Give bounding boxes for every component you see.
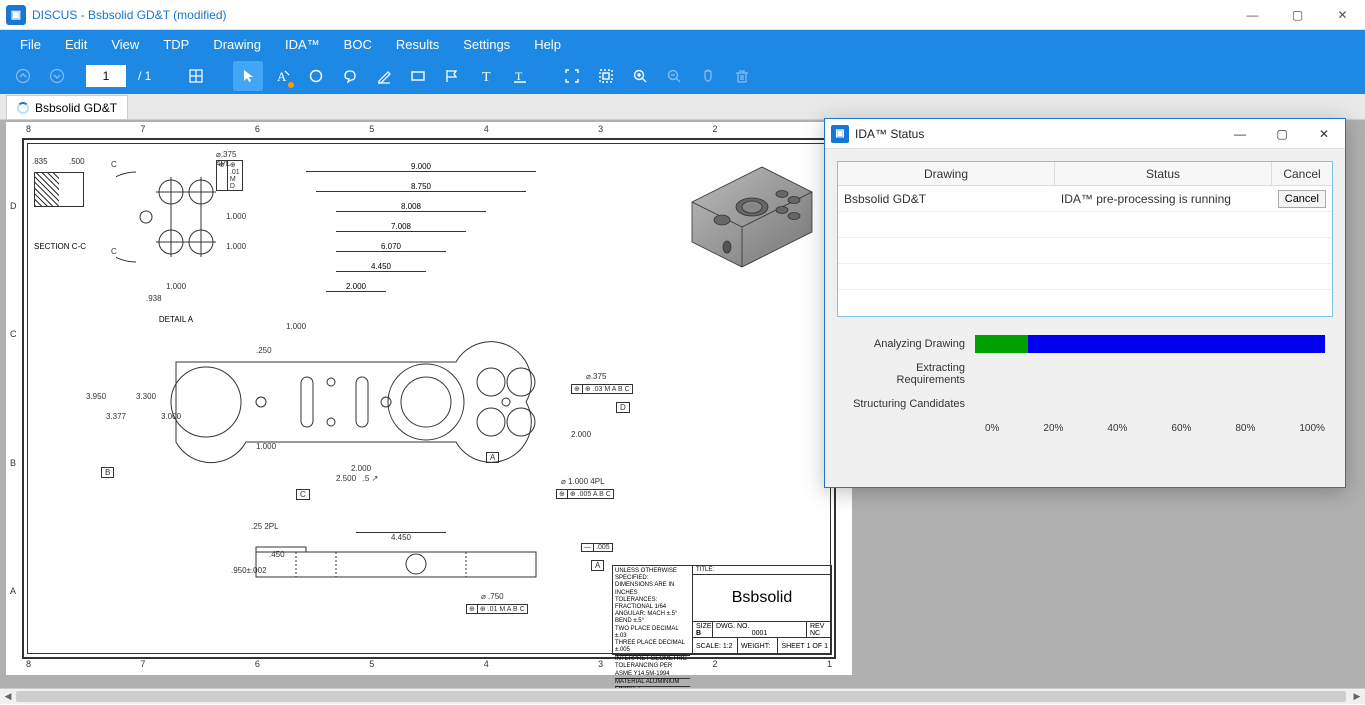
grid-row-empty: . xyxy=(838,290,1332,316)
nav-up-button[interactable] xyxy=(8,61,38,91)
window-maximize-button[interactable]: ▢ xyxy=(1275,0,1320,30)
grid-row: Bsbsolid GD&T IDA™ pre-processing is run… xyxy=(838,186,1332,212)
scrollbar-thumb[interactable] xyxy=(16,691,1346,702)
menu-view[interactable]: View xyxy=(99,30,151,58)
loading-spinner-icon xyxy=(17,102,29,114)
nav-down-button[interactable] xyxy=(42,61,72,91)
dialog-close-button[interactable]: ✕ xyxy=(1303,119,1345,149)
grid-cell-status: IDA™ pre-processing is running xyxy=(1055,192,1272,206)
grid-row-empty: . xyxy=(838,238,1332,264)
menubar: File Edit View TDP Drawing IDA™ BOC Resu… xyxy=(0,30,1365,58)
menu-ida[interactable]: IDA™ xyxy=(273,30,332,58)
progress-bar-analyzing xyxy=(975,335,1325,353)
top-dimension-stack: 9.000 8.750 8.008 7.008 6.070 4.450 2.00… xyxy=(306,162,546,302)
zoom-in-button[interactable] xyxy=(625,61,655,91)
pointer-tool-button[interactable] xyxy=(233,61,263,91)
app-titlebar: ▣ DISCUS - Bsbsolid GD&T (modified) — ▢ … xyxy=(0,0,1365,30)
grid-header-cancel[interactable]: Cancel xyxy=(1272,162,1332,185)
circle-tool-button[interactable] xyxy=(301,61,331,91)
dialog-maximize-button[interactable]: ▢ xyxy=(1261,119,1303,149)
detail-a-view: ⌀.375 4PL ⊕⊕ .01 M D C C 1.000 1.000 xyxy=(116,152,236,324)
progress-area: Analyzing Drawing Extracting Requirement… xyxy=(845,329,1325,434)
window-close-button[interactable]: ✕ xyxy=(1320,0,1365,30)
window-minimize-button[interactable]: — xyxy=(1230,0,1275,30)
dialog-title: IDA™ Status xyxy=(855,127,1219,141)
zoom-out-button[interactable] xyxy=(659,61,689,91)
window-controls: — ▢ ✕ xyxy=(1230,0,1365,30)
grid-row-empty: . xyxy=(838,212,1332,238)
ruler-top: 87654321 xyxy=(26,124,832,138)
pan-tool-button[interactable] xyxy=(693,61,723,91)
annotation-indicator-icon xyxy=(288,82,294,88)
page-number-input[interactable] xyxy=(86,65,126,87)
zoom-fit-button[interactable] xyxy=(557,61,587,91)
menu-boc[interactable]: BOC xyxy=(332,30,384,58)
progress-bar-extracting xyxy=(975,365,1325,383)
document-tabstrip: Bsbsolid GD&T xyxy=(0,94,1365,120)
dialog-minimize-button[interactable]: — xyxy=(1219,119,1261,149)
grid-tool-button[interactable] xyxy=(181,61,211,91)
grid-row-empty: . xyxy=(838,264,1332,290)
menu-tdp[interactable]: TDP xyxy=(151,30,201,58)
svg-text:T: T xyxy=(515,69,523,83)
status-grid: Drawing Status Cancel Bsbsolid GD&T IDA™… xyxy=(837,161,1333,317)
progress-bar-structuring xyxy=(975,395,1325,413)
text-tool-button[interactable]: T xyxy=(471,61,501,91)
menu-drawing[interactable]: Drawing xyxy=(201,30,273,58)
svg-text:T: T xyxy=(482,70,491,84)
isometric-view xyxy=(682,152,822,272)
engineering-drawing: 87654321 87654321 DCBA .835 .500 SECTION… xyxy=(6,122,852,675)
tab-label: Bsbsolid GD&T xyxy=(35,101,117,115)
lasso-tool-button[interactable] xyxy=(335,61,365,91)
horizontal-scrollbar[interactable]: ◀ ▶ xyxy=(0,688,1365,704)
app-icon: ▣ xyxy=(6,5,26,25)
dialog-app-icon: ▣ xyxy=(831,125,849,143)
menu-file[interactable]: File xyxy=(8,30,53,58)
grid-header-drawing[interactable]: Drawing xyxy=(838,162,1055,185)
delete-button[interactable] xyxy=(727,61,757,91)
toolbar: / 1 A T T xyxy=(0,58,1365,94)
document-tab[interactable]: Bsbsolid GD&T xyxy=(6,95,128,119)
flag-tool-button[interactable] xyxy=(437,61,467,91)
text-highlight-tool-button[interactable]: T xyxy=(505,61,535,91)
progress-label-structuring: Structuring Candidates xyxy=(845,398,975,410)
progress-axis: 0% 20% 40% 60% 80% 100% xyxy=(985,423,1325,434)
drawing-titleblock: UNLESS OTHERWISE SPECIFIED: DIMENSIONS A… xyxy=(612,565,832,655)
menu-settings[interactable]: Settings xyxy=(451,30,522,58)
progress-label-analyzing: Analyzing Drawing xyxy=(845,338,975,350)
text-annotation-tool-button[interactable]: A xyxy=(267,61,297,91)
drawing-sheet[interactable]: 87654321 87654321 DCBA .835 .500 SECTION… xyxy=(6,122,852,675)
grid-cell-drawing: Bsbsolid GD&T xyxy=(838,192,1055,206)
front-view xyxy=(106,332,586,472)
rectangle-tool-button[interactable] xyxy=(403,61,433,91)
menu-edit[interactable]: Edit xyxy=(53,30,99,58)
section-cc-view: .835 .500 SECTION C-C xyxy=(34,162,86,251)
ruler-bottom: 87654321 xyxy=(26,659,832,673)
cancel-processing-button[interactable]: Cancel xyxy=(1278,190,1326,208)
scroll-right-arrow-icon[interactable]: ▶ xyxy=(1349,689,1365,705)
grid-header-row: Drawing Status Cancel xyxy=(838,162,1332,186)
menu-help[interactable]: Help xyxy=(522,30,573,58)
dialog-titlebar[interactable]: ▣ IDA™ Status — ▢ ✕ xyxy=(825,119,1345,149)
page-total-label: / 1 xyxy=(130,69,159,83)
zoom-region-button[interactable] xyxy=(591,61,621,91)
grid-header-status[interactable]: Status xyxy=(1055,162,1272,185)
ida-status-dialog: ▣ IDA™ Status — ▢ ✕ Drawing Status Cance… xyxy=(824,118,1346,488)
app-title: DISCUS - Bsbsolid GD&T (modified) xyxy=(32,8,1230,22)
menu-results[interactable]: Results xyxy=(384,30,451,58)
scroll-left-arrow-icon[interactable]: ◀ xyxy=(0,689,16,705)
pen-tool-button[interactable] xyxy=(369,61,399,91)
progress-label-extracting: Extracting Requirements xyxy=(845,362,975,386)
